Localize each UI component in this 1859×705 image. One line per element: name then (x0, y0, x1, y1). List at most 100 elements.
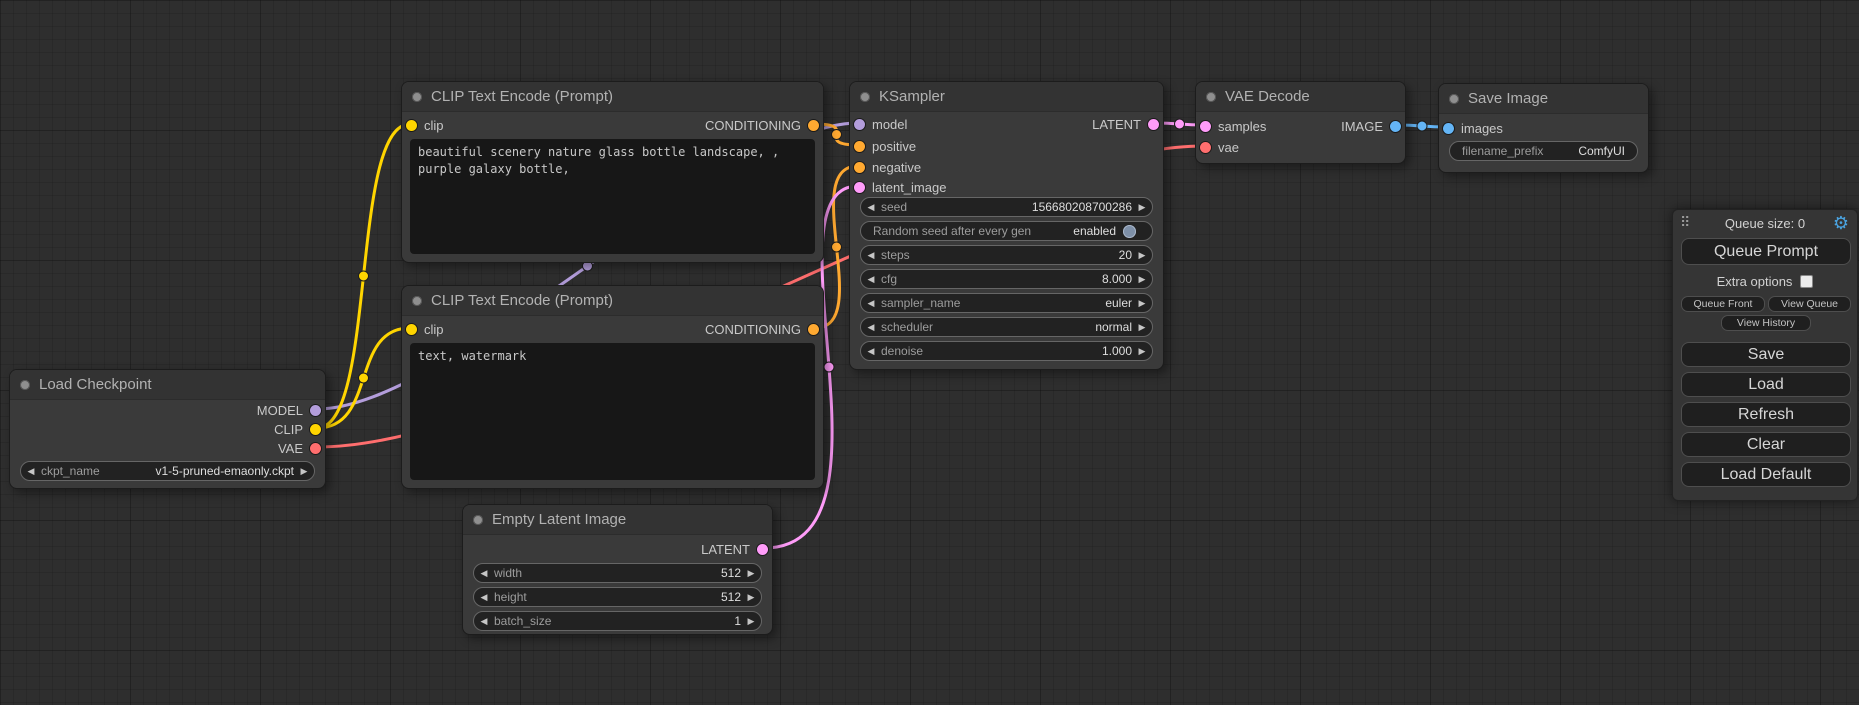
node-ksampler[interactable]: KSampler model positive negative latent_… (849, 81, 1164, 370)
node-title-bar[interactable]: Load Checkpoint (10, 370, 325, 400)
node-load-checkpoint[interactable]: Load Checkpoint MODEL CLIP VAE ◀ ckpt_na… (9, 369, 326, 489)
output-dot-clip[interactable] (310, 424, 321, 435)
decrement-arrow-icon[interactable]: ◀ (474, 587, 494, 607)
input-dot-clip[interactable] (406, 120, 417, 131)
node-graph-canvas[interactable]: { "colors": { "model": "#B39DDB", "clip"… (0, 0, 1859, 705)
node-empty-latent-image[interactable]: Empty Latent Image LATENT ◀ width 512 ▶ … (462, 504, 773, 635)
decrement-arrow-icon[interactable]: ◀ (861, 245, 881, 265)
output-slot-vae: VAE (278, 438, 321, 458)
node-title-bar[interactable]: KSampler (850, 82, 1163, 112)
queue-prompt-button[interactable]: Queue Prompt (1681, 238, 1851, 265)
increment-arrow-icon[interactable]: ▶ (1132, 197, 1152, 217)
slot-label: CLIP (274, 422, 303, 437)
widget-steps[interactable]: ◀ steps 20 ▶ (860, 245, 1153, 265)
clear-button[interactable]: Clear (1681, 432, 1851, 457)
output-dot-vae[interactable] (310, 443, 321, 454)
output-dot-conditioning[interactable] (808, 324, 819, 335)
prompt-textarea[interactable]: text, watermark (410, 343, 815, 480)
widget-scheduler[interactable]: ◀ scheduler normal ▶ (860, 317, 1153, 337)
widget-label: height (494, 590, 527, 604)
collapse-dot-icon[interactable] (860, 92, 870, 102)
link-dot (1417, 121, 1427, 131)
collapse-dot-icon[interactable] (20, 380, 30, 390)
node-title-bar[interactable]: Save Image (1439, 84, 1648, 114)
output-dot-model[interactable] (310, 405, 321, 416)
input-dot-model[interactable] (854, 119, 865, 130)
node-vae-decode[interactable]: VAE Decode samples IMAGE vae (1195, 81, 1406, 164)
widget-seed[interactable]: ◀ seed 156680208700286 ▶ (860, 197, 1153, 217)
node-title-bar[interactable]: VAE Decode (1196, 82, 1405, 112)
decrement-arrow-icon[interactable]: ◀ (861, 317, 881, 337)
node-clip-text-encode-positive[interactable]: CLIP Text Encode (Prompt) clip CONDITION… (401, 81, 824, 263)
view-queue-button[interactable]: View Queue (1768, 296, 1851, 312)
widget-width[interactable]: ◀ width 512 ▶ (473, 563, 762, 583)
save-button[interactable]: Save (1681, 342, 1851, 367)
collapse-dot-icon[interactable] (1449, 94, 1459, 104)
link-dot (359, 271, 369, 281)
slot-label: vae (1218, 140, 1239, 155)
input-dot-clip[interactable] (406, 324, 417, 335)
widget-random-seed-toggle[interactable]: Random seed after every gen enabled (860, 221, 1153, 241)
output-dot-conditioning[interactable] (808, 120, 819, 131)
load-default-button[interactable]: Load Default (1681, 462, 1851, 487)
decrement-arrow-icon[interactable]: ◀ (861, 293, 881, 313)
input-dot-images[interactable] (1443, 123, 1454, 134)
view-history-button[interactable]: View History (1721, 315, 1811, 331)
output-dot-image[interactable] (1390, 121, 1401, 132)
increment-arrow-icon[interactable]: ▶ (1132, 341, 1152, 361)
input-dot-positive[interactable] (854, 141, 865, 152)
queue-front-button[interactable]: Queue Front (1681, 296, 1765, 312)
refresh-button[interactable]: Refresh (1681, 402, 1851, 427)
slot-label: latent_image (872, 180, 946, 195)
increment-arrow-icon[interactable]: ▶ (1132, 317, 1152, 337)
output-dot-latent[interactable] (757, 544, 768, 555)
link-dot (1175, 119, 1185, 129)
toggle-dot-icon[interactable] (1123, 225, 1136, 238)
widget-sampler-name[interactable]: ◀ sampler_name euler ▶ (860, 293, 1153, 313)
decrement-arrow-icon[interactable]: ◀ (474, 611, 494, 631)
prompt-textarea[interactable]: beautiful scenery nature glass bottle la… (410, 139, 815, 254)
increment-arrow-icon[interactable]: ▶ (1132, 269, 1152, 289)
decrement-arrow-icon[interactable]: ◀ (861, 341, 881, 361)
collapse-dot-icon[interactable] (412, 296, 422, 306)
decrement-arrow-icon[interactable]: ◀ (474, 563, 494, 583)
node-title-bar[interactable]: Empty Latent Image (463, 505, 772, 535)
node-title: Empty Latent Image (492, 511, 626, 528)
widget-ckpt-name[interactable]: ◀ ckpt_name v1-5-pruned-emaonly.ckpt ▶ (20, 461, 315, 481)
slot-label: IMAGE (1341, 119, 1383, 134)
node-clip-text-encode-negative[interactable]: CLIP Text Encode (Prompt) clip CONDITION… (401, 285, 824, 489)
widget-batch-size[interactable]: ◀ batch_size 1 ▶ (473, 611, 762, 631)
collapse-dot-icon[interactable] (412, 92, 422, 102)
widget-denoise[interactable]: ◀ denoise 1.000 ▶ (860, 341, 1153, 361)
widget-label: seed (881, 200, 907, 214)
increment-arrow-icon[interactable]: ▶ (1132, 293, 1152, 313)
decrement-arrow-icon[interactable]: ◀ (21, 461, 41, 481)
increment-arrow-icon[interactable]: ▶ (1132, 245, 1152, 265)
increment-arrow-icon[interactable]: ▶ (741, 587, 761, 607)
node-title: CLIP Text Encode (Prompt) (431, 292, 613, 309)
node-save-image[interactable]: Save Image images filename_prefix ComfyU… (1438, 83, 1649, 173)
input-dot-latent-image[interactable] (854, 182, 865, 193)
collapse-dot-icon[interactable] (1206, 92, 1216, 102)
increment-arrow-icon[interactable]: ▶ (741, 563, 761, 583)
extra-options-checkbox[interactable] (1800, 275, 1813, 288)
widget-cfg[interactable]: ◀ cfg 8.000 ▶ (860, 269, 1153, 289)
input-dot-samples[interactable] (1200, 121, 1211, 132)
input-dot-vae[interactable] (1200, 142, 1211, 153)
slot-label: samples (1218, 119, 1266, 134)
widget-height[interactable]: ◀ height 512 ▶ (473, 587, 762, 607)
output-dot-latent[interactable] (1148, 119, 1159, 130)
increment-arrow-icon[interactable]: ▶ (741, 611, 761, 631)
widget-label: batch_size (494, 614, 551, 628)
collapse-dot-icon[interactable] (473, 515, 483, 525)
link-dot (832, 130, 842, 140)
settings-gear-icon[interactable]: ⚙ (1833, 213, 1849, 234)
input-dot-negative[interactable] (854, 162, 865, 173)
increment-arrow-icon[interactable]: ▶ (294, 461, 314, 481)
decrement-arrow-icon[interactable]: ◀ (861, 269, 881, 289)
node-title-bar[interactable]: CLIP Text Encode (Prompt) (402, 82, 823, 112)
load-button[interactable]: Load (1681, 372, 1851, 397)
decrement-arrow-icon[interactable]: ◀ (861, 197, 881, 217)
node-title-bar[interactable]: CLIP Text Encode (Prompt) (402, 286, 823, 316)
widget-filename-prefix[interactable]: filename_prefix ComfyUI (1449, 141, 1638, 161)
